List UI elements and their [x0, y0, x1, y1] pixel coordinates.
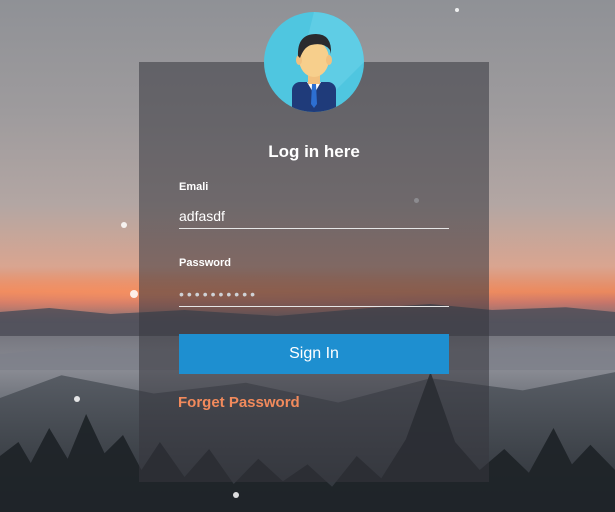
login-card: [139, 62, 489, 482]
password-field[interactable]: [179, 281, 449, 307]
sign-in-button[interactable]: Sign In: [179, 334, 449, 374]
email-label: Emali: [179, 181, 209, 193]
password-label: Password: [179, 257, 231, 269]
email-field[interactable]: [179, 203, 449, 229]
user-avatar-icon: [264, 12, 364, 112]
page-title: Log in here: [268, 142, 360, 161]
forget-password-link[interactable]: Forget Password: [178, 394, 300, 411]
